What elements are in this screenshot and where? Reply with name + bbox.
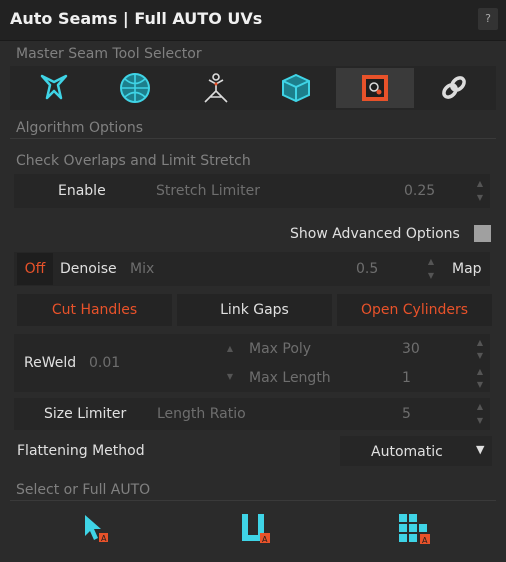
- spinner-down-icon[interactable]: ▼: [474, 350, 486, 362]
- svg-text:A: A: [422, 536, 428, 545]
- link-gaps-label: Link Gaps: [220, 302, 289, 318]
- spinner-up-icon[interactable]: ▲: [474, 366, 486, 378]
- enable-button[interactable]: Enable: [58, 183, 106, 199]
- overlap-section-label: Check Overlaps and Limit Stretch: [16, 153, 251, 169]
- length-ratio-value[interactable]: 5: [402, 406, 411, 422]
- cut-handles-label: Cut Handles: [51, 302, 138, 318]
- box-select-icon[interactable]: [336, 68, 414, 108]
- link-gaps-button[interactable]: Link Gaps: [177, 294, 332, 326]
- stretch-limiter-value[interactable]: 0.25: [404, 183, 435, 199]
- reweld-value[interactable]: 0.01: [89, 355, 120, 371]
- max-poly-label: Max Poly: [249, 341, 312, 357]
- divider: [10, 500, 496, 501]
- flattening-method-value: Automatic: [371, 444, 443, 460]
- full-auto-grid-icon[interactable]: A: [394, 508, 434, 548]
- spinner-down-icon[interactable]: ▼: [474, 415, 486, 427]
- chevron-down-icon[interactable]: ▼: [476, 443, 484, 456]
- spinner-up-icon[interactable]: ▲: [224, 343, 236, 355]
- spinner-down-icon[interactable]: ▼: [474, 192, 486, 204]
- stretch-limiter-label: Stretch Limiter: [156, 183, 261, 199]
- spinner-up-icon[interactable]: ▲: [425, 256, 437, 268]
- show-advanced-checkbox[interactable]: [474, 225, 491, 242]
- show-advanced-label: Show Advanced Options: [290, 226, 460, 242]
- cube-seam-icon[interactable]: [268, 68, 324, 108]
- algorithm-options-label: Algorithm Options: [16, 120, 144, 136]
- size-limiter-button[interactable]: Size Limiter: [44, 406, 126, 422]
- open-cylinders-label: Open Cylinders: [360, 302, 469, 318]
- svg-text:A: A: [101, 534, 107, 543]
- max-length-label: Max Length: [249, 370, 331, 386]
- sphere-seam-icon[interactable]: [107, 68, 163, 108]
- denoise-mix-value[interactable]: 0.5: [356, 261, 378, 277]
- denoise-label: Denoise: [60, 261, 117, 277]
- auto-seams-panel: Auto Seams | Full AUTO UVs ? Master Seam…: [0, 0, 506, 562]
- open-cylinders-button[interactable]: Open Cylinders: [337, 294, 492, 326]
- denoise-off-toggle[interactable]: Off: [17, 253, 53, 285]
- help-button[interactable]: ?: [478, 8, 498, 30]
- length-ratio-label: Length Ratio: [157, 406, 246, 422]
- spinner-up-icon[interactable]: ▲: [474, 178, 486, 190]
- spinner-down-icon[interactable]: ▼: [474, 379, 486, 391]
- spinner-down-icon[interactable]: ▼: [425, 270, 437, 282]
- full-auto-handles-icon[interactable]: A: [235, 508, 275, 548]
- spinner-up-icon[interactable]: ▲: [474, 337, 486, 349]
- denoise-map-button[interactable]: Map: [452, 261, 482, 277]
- reweld-label[interactable]: ReWeld: [24, 355, 76, 371]
- max-length-value[interactable]: 1: [402, 370, 411, 386]
- svg-text:A: A: [262, 535, 268, 544]
- max-poly-value[interactable]: 30: [402, 341, 420, 357]
- master-seam-section-label: Master Seam Tool Selector: [16, 46, 202, 62]
- title-bar: Auto Seams | Full AUTO UVs ?: [0, 0, 506, 41]
- figure-seam-icon[interactable]: [188, 68, 244, 108]
- flattening-method-label: Flattening Method: [17, 443, 145, 459]
- cut-handles-button[interactable]: Cut Handles: [17, 294, 172, 326]
- link-icon[interactable]: [426, 68, 482, 108]
- spinner-up-icon[interactable]: ▲: [474, 401, 486, 413]
- denoise-mix-label: Mix: [130, 261, 155, 277]
- tool-selector-row: [10, 66, 496, 110]
- select-section-label: Select or Full AUTO: [16, 482, 151, 498]
- x-seam-icon[interactable]: [26, 68, 82, 108]
- divider: [10, 138, 496, 139]
- denoise-off-label: Off: [24, 261, 46, 277]
- spinner-down-icon[interactable]: ▼: [224, 371, 236, 383]
- panel-title: Auto Seams | Full AUTO UVs: [10, 9, 263, 28]
- select-cursor-icon[interactable]: A: [76, 508, 116, 548]
